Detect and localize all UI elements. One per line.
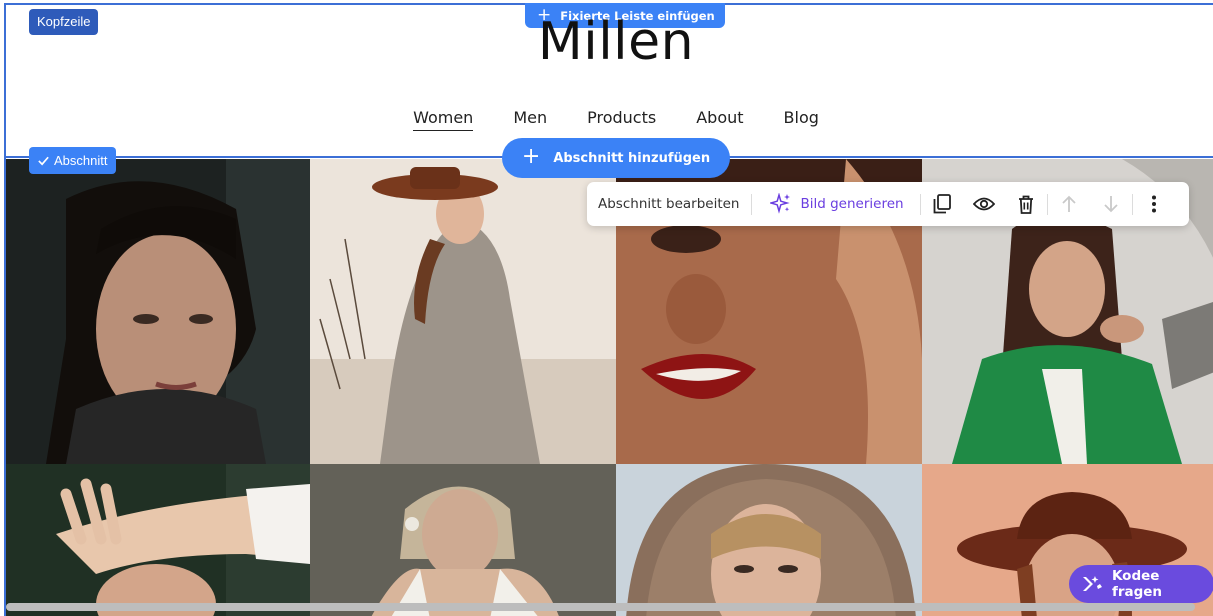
add-section-label: Abschnitt hinzufügen [553, 150, 711, 166]
horizontal-scrollbar[interactable] [6, 603, 1195, 611]
plus-icon: + [521, 144, 541, 169]
section-tag-label: Abschnitt [54, 153, 108, 168]
generate-image-label: Bild generieren [800, 196, 904, 212]
site-nav: Women Men Products About Blog [0, 108, 1213, 131]
nav-item-men[interactable]: Men [513, 108, 547, 131]
more-vertical-icon[interactable] [1133, 182, 1175, 226]
ask-kodee-button[interactable]: Kodee fragen [1069, 565, 1213, 603]
arrow-down-icon[interactable] [1090, 182, 1132, 226]
nav-item-blog[interactable]: Blog [784, 108, 819, 131]
ask-kodee-label: Kodee fragen [1111, 568, 1163, 600]
eye-icon[interactable] [963, 182, 1005, 226]
section-tag[interactable]: Abschnitt [29, 147, 117, 174]
trash-icon[interactable] [1005, 182, 1047, 226]
page-canvas: Kopfzeile + Fixierte Leiste einfügen Mil… [0, 0, 1213, 616]
nav-item-women[interactable]: Women [413, 108, 474, 131]
checkmark-icon [38, 156, 49, 166]
arrow-up-icon[interactable] [1048, 182, 1090, 226]
add-section-button[interactable]: + Abschnitt hinzufügen [502, 138, 730, 178]
site-logo[interactable]: Millen [0, 12, 1213, 72]
edit-section-button[interactable]: Abschnitt bearbeiten [587, 196, 751, 212]
nav-item-about[interactable]: About [696, 108, 743, 131]
generate-image-button[interactable]: Bild generieren [752, 193, 919, 215]
sparkle-icon [770, 193, 791, 214]
section-toolbar: Abschnitt bearbeiten Bild generieren [587, 182, 1189, 226]
nav-item-products[interactable]: Products [587, 108, 656, 131]
kodee-logo-icon [1082, 576, 1102, 591]
duplicate-icon[interactable] [921, 182, 963, 226]
